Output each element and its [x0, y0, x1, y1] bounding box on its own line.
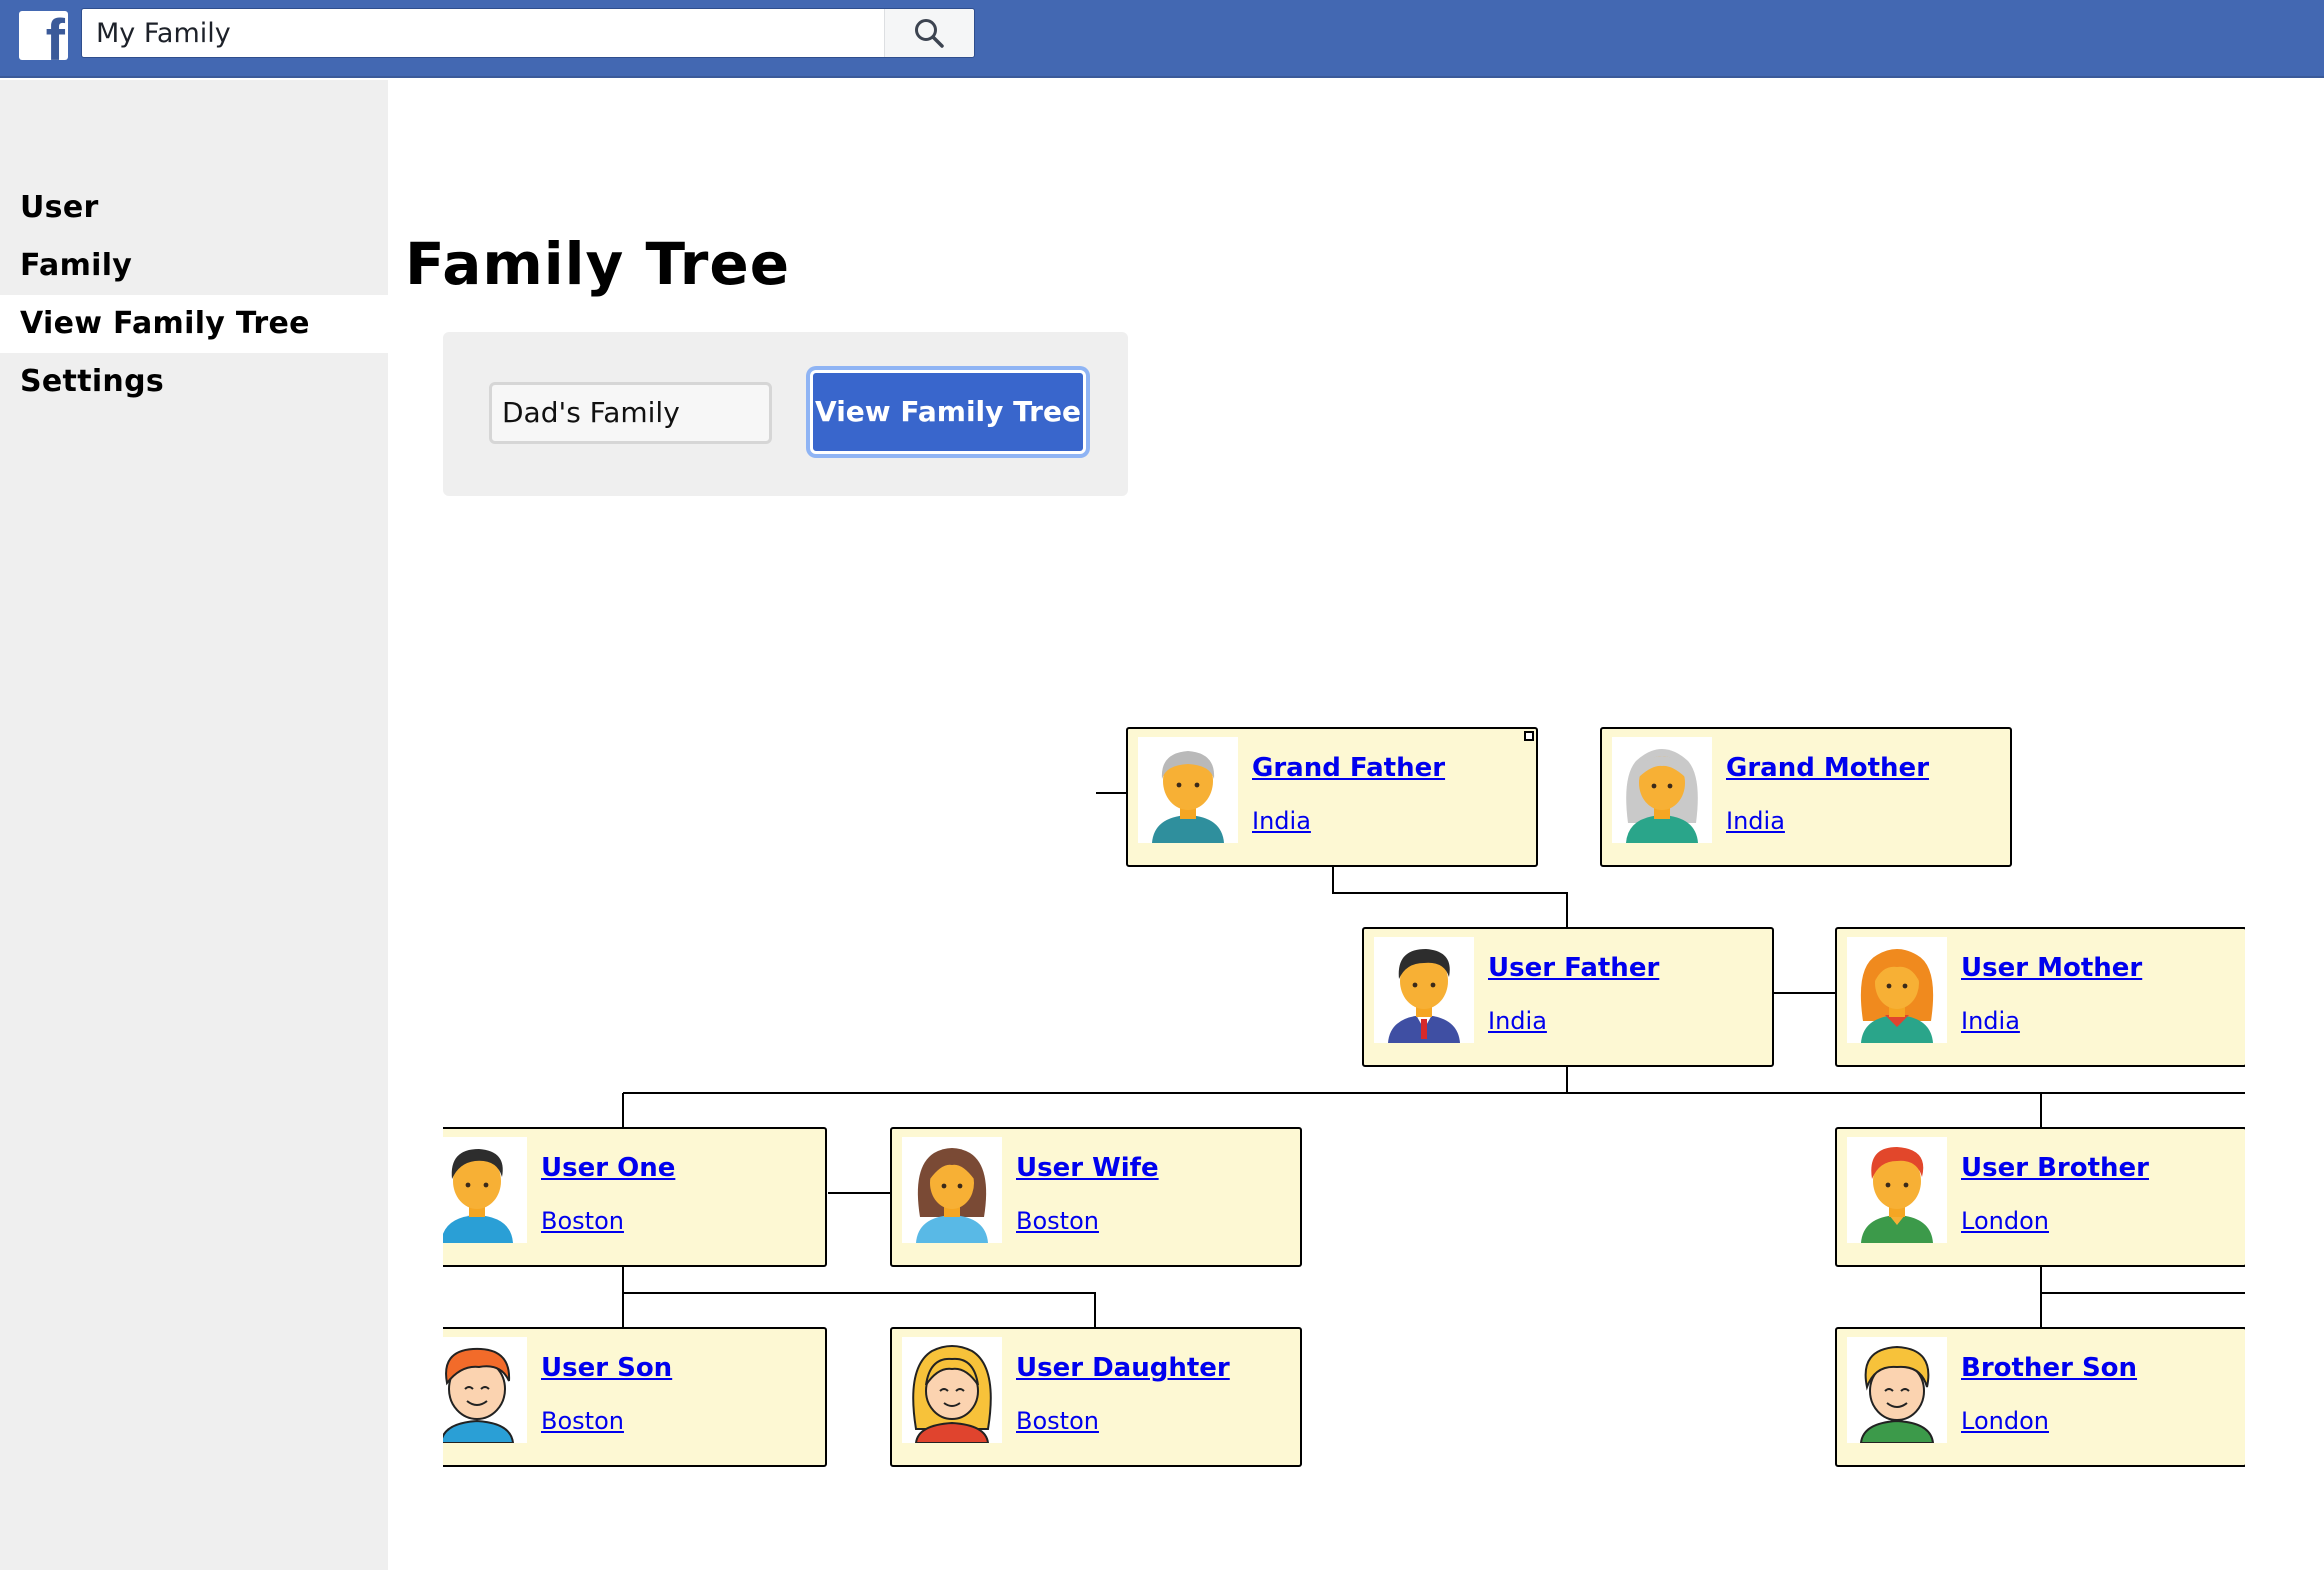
sidebar-item-user[interactable]: User	[0, 179, 388, 237]
sidebar: User Family View Family Tree Settings	[0, 80, 388, 1570]
woman-avatar-icon	[902, 1137, 1002, 1243]
member-place-link[interactable]: India	[1252, 807, 1311, 835]
father-avatar-icon	[1374, 937, 1474, 1043]
member-name-link[interactable]: User Wife	[1016, 1153, 1159, 1183]
collapse-node-handle[interactable]	[1524, 731, 1534, 741]
tree-node-user-mother[interactable]: User Mother India	[1835, 927, 2245, 1067]
member-name-link[interactable]: Grand Father	[1252, 753, 1445, 783]
man-avatar-icon	[443, 1137, 527, 1243]
grandfather-avatar-icon	[1138, 737, 1238, 843]
boy-avatar-icon	[443, 1337, 527, 1443]
tree-node-user-father[interactable]: User Father India	[1362, 927, 1774, 1067]
member-name-link[interactable]: User Daughter	[1016, 1353, 1230, 1383]
tree-controls-panel: Dad's Family View Family Tree	[443, 332, 1128, 496]
member-place-link[interactable]: London	[1961, 1207, 2049, 1235]
tree-node-user-one[interactable]: User One Boston	[443, 1127, 827, 1267]
search-box	[81, 8, 975, 58]
girl-avatar-icon	[902, 1337, 1002, 1443]
sidebar-item-settings[interactable]: Settings	[0, 353, 388, 411]
member-name-link[interactable]: User Mother	[1961, 953, 2142, 983]
member-name-link[interactable]: User One	[541, 1153, 675, 1183]
family-select-input[interactable]: Dad's Family	[489, 382, 772, 444]
member-place-link[interactable]: India	[1726, 807, 1785, 835]
nephew-avatar-icon	[1847, 1337, 1947, 1443]
member-place-link[interactable]: Boston	[541, 1207, 624, 1235]
tree-node-user-brother[interactable]: User Brother London	[1835, 1127, 2245, 1267]
member-place-link[interactable]: Boston	[1016, 1207, 1099, 1235]
tree-node-brother-son[interactable]: Brother Son London	[1835, 1327, 2245, 1467]
member-place-link[interactable]: India	[1488, 1007, 1547, 1035]
member-name-link[interactable]: User Father	[1488, 953, 1659, 983]
tree-node-user-son[interactable]: User Son Boston	[443, 1327, 827, 1467]
mother-avatar-icon	[1847, 937, 1947, 1043]
member-name-link[interactable]: Brother Son	[1961, 1353, 2137, 1383]
member-place-link[interactable]: Boston	[1016, 1407, 1099, 1435]
tree-node-user-wife[interactable]: User Wife Boston	[890, 1127, 1302, 1267]
member-place-link[interactable]: India	[1961, 1007, 2020, 1035]
tree-node-user-daughter[interactable]: User Daughter Boston	[890, 1327, 1302, 1467]
member-place-link[interactable]: London	[1961, 1407, 2049, 1435]
facebook-logo-icon[interactable]: f	[19, 11, 68, 60]
brother-avatar-icon	[1847, 1137, 1947, 1243]
grandmother-avatar-icon	[1612, 737, 1712, 843]
sidebar-item-family[interactable]: Family	[0, 237, 388, 295]
sidebar-item-view-family-tree[interactable]: View Family Tree	[0, 295, 388, 353]
tree-node-grand-mother[interactable]: Grand Mother India	[1600, 727, 2012, 867]
member-place-link[interactable]: Boston	[541, 1407, 624, 1435]
view-family-tree-button[interactable]: View Family Tree	[810, 370, 1086, 454]
member-name-link[interactable]: User Son	[541, 1353, 672, 1383]
family-tree-chart: Grand Father India Grand Mother India Us…	[443, 700, 2245, 1500]
top-navigation-bar: f	[0, 0, 2324, 78]
tree-node-grand-father[interactable]: Grand Father India	[1126, 727, 1538, 867]
search-icon	[915, 19, 944, 48]
member-name-link[interactable]: Grand Mother	[1726, 753, 1929, 783]
member-name-link[interactable]: User Brother	[1961, 1153, 2149, 1183]
search-button[interactable]	[884, 9, 974, 57]
search-input[interactable]	[82, 9, 882, 57]
page-title: Family Tree	[405, 230, 791, 298]
